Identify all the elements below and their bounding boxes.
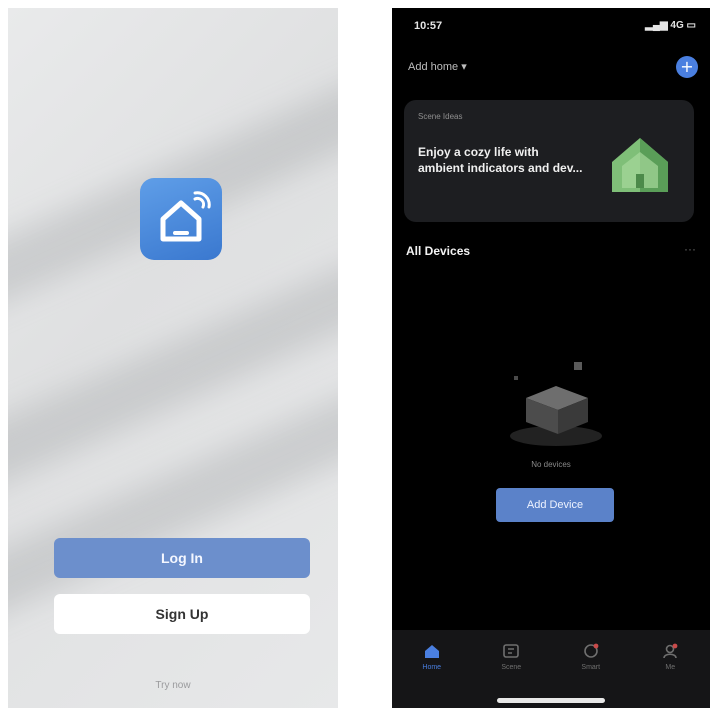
home-screen: 10:57 ▂▄▆ 4G ▭ Add home ▾ + Scene Ideas … bbox=[392, 8, 710, 708]
home-title: Add home bbox=[408, 61, 459, 73]
app-logo-icon bbox=[140, 178, 222, 260]
login-screen: Log In Sign Up Try now bbox=[8, 8, 338, 708]
empty-box-illustration-icon bbox=[510, 362, 602, 446]
me-icon bbox=[663, 643, 678, 659]
tab-smart[interactable]: Smart bbox=[561, 642, 621, 671]
chevron-down-icon: ▾ bbox=[461, 61, 467, 73]
tab-label: Me bbox=[665, 664, 676, 671]
add-device-button[interactable]: Add Device bbox=[496, 488, 614, 522]
home-icon bbox=[424, 645, 439, 658]
tab-me[interactable]: Me bbox=[640, 642, 700, 671]
tab-scene[interactable]: Scene bbox=[481, 642, 541, 671]
card-text: Enjoy a cozy life with ambient indicator… bbox=[418, 145, 583, 175]
house-illustration-icon bbox=[612, 138, 668, 192]
status-indicators: ▂▄▆ 4G ▭ bbox=[645, 20, 696, 31]
smart-icon bbox=[583, 643, 599, 658]
home-indicator bbox=[497, 698, 605, 703]
battery-icon: ▭ bbox=[686, 20, 696, 31]
section-title: All Devices bbox=[406, 244, 471, 258]
login-button[interactable]: Log In bbox=[54, 538, 310, 578]
add-button[interactable]: + bbox=[676, 56, 698, 78]
signup-button[interactable]: Sign Up bbox=[54, 594, 310, 634]
tab-bar: Home Scene Smart Me bbox=[392, 630, 710, 708]
scene-icon bbox=[503, 644, 520, 658]
scene-card[interactable]: Scene Ideas Enjoy a cozy life with ambie… bbox=[404, 100, 694, 222]
network-label: 4G bbox=[670, 20, 684, 31]
try-now-link[interactable]: Try now bbox=[8, 680, 338, 691]
signal-icon: ▂▄▆ bbox=[645, 20, 668, 31]
tab-label: Smart bbox=[581, 664, 601, 671]
status-time: 10:57 bbox=[414, 20, 443, 32]
status-bar: 10:57 ▂▄▆ 4G ▭ bbox=[392, 20, 710, 36]
empty-state-text: No devices bbox=[531, 460, 571, 469]
tab-label: Home bbox=[422, 664, 442, 671]
tab-label: Scene bbox=[501, 664, 522, 671]
more-icon[interactable]: ··· bbox=[684, 242, 696, 256]
tab-home[interactable]: Home bbox=[402, 642, 462, 671]
home-selector[interactable]: Add home ▾ bbox=[408, 60, 467, 73]
card-label: Scene Ideas bbox=[418, 112, 463, 121]
